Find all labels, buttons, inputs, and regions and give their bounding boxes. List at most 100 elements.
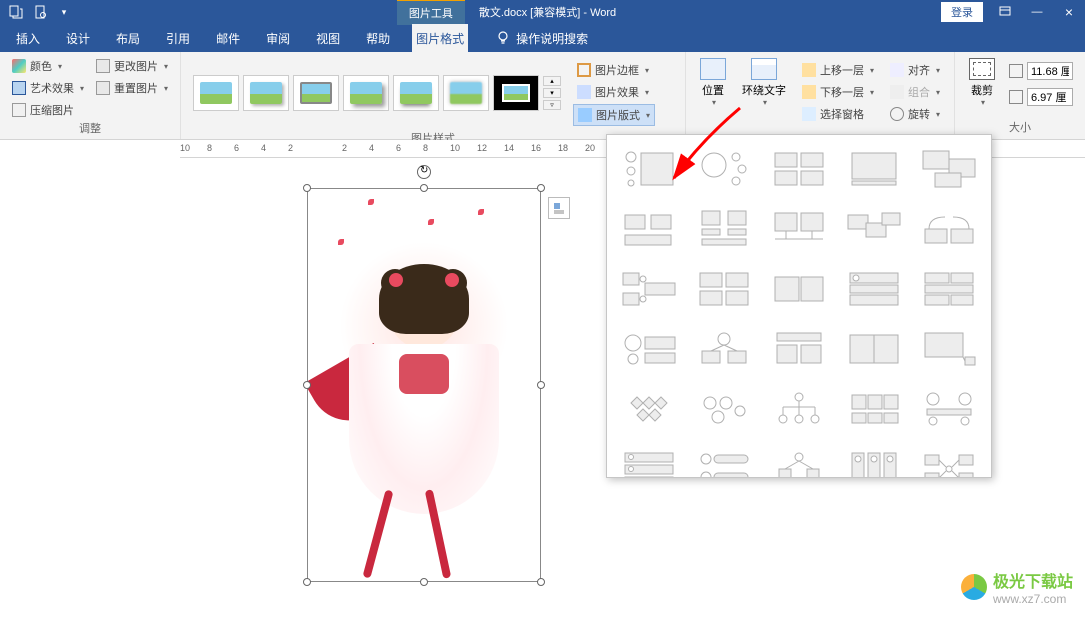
image-content xyxy=(308,189,540,581)
crop-button[interactable]: 裁剪▾ xyxy=(963,56,1001,119)
group-button[interactable]: 组合▾ xyxy=(886,82,944,102)
layout-option-17[interactable] xyxy=(690,323,757,375)
layout-option-13[interactable] xyxy=(765,263,832,315)
tab-help[interactable]: 帮助 xyxy=(362,24,394,53)
qat-touch-icon[interactable] xyxy=(8,4,24,20)
layout-option-5[interactable] xyxy=(916,143,983,195)
artistic-effects-button[interactable]: 艺术效果▾ xyxy=(8,78,88,98)
login-button[interactable]: 登录 xyxy=(941,2,983,22)
layout-option-16[interactable] xyxy=(615,323,682,375)
resize-handle-br[interactable] xyxy=(537,578,545,586)
layout-option-22[interactable] xyxy=(690,383,757,435)
layout-option-2[interactable] xyxy=(690,143,757,195)
picture-border-button[interactable]: 图片边框▾ xyxy=(573,60,655,80)
change-picture-button[interactable]: 更改图片▾ xyxy=(92,56,172,76)
tell-me-search[interactable]: 操作说明搜索 xyxy=(496,30,588,47)
group-arrange: 位置▾ 环绕文字▾ 上移一层▾ 下移一层▾ 选择窗格 对齐▾ 组合▾ 旋转▾ xyxy=(686,52,955,139)
minimize-button[interactable]: — xyxy=(1021,0,1053,24)
resize-handle-tm[interactable] xyxy=(420,184,428,192)
resize-handle-ml[interactable] xyxy=(303,381,311,389)
tab-mail[interactable]: 邮件 xyxy=(212,24,244,53)
layout-option-3[interactable] xyxy=(765,143,832,195)
layout-option-7[interactable] xyxy=(690,203,757,255)
layout-option-26[interactable] xyxy=(615,443,682,478)
artistic-effects-icon xyxy=(12,81,26,95)
layout-option-28[interactable] xyxy=(765,443,832,478)
layout-option-23[interactable] xyxy=(765,383,832,435)
position-button[interactable]: 位置▾ xyxy=(694,56,732,137)
ruler-tick: 18 xyxy=(558,143,568,153)
resize-handle-tr[interactable] xyxy=(537,184,545,192)
picture-layout-button[interactable]: 图片版式▾ xyxy=(573,104,655,126)
tab-design[interactable]: 设计 xyxy=(62,24,94,53)
layout-option-8[interactable] xyxy=(765,203,832,255)
layout-option-15[interactable] xyxy=(916,263,983,315)
resize-handle-bl[interactable] xyxy=(303,578,311,586)
layout-option-20[interactable] xyxy=(916,323,983,375)
layout-option-11[interactable] xyxy=(615,263,682,315)
send-backward-button[interactable]: 下移一层▾ xyxy=(798,82,878,102)
layout-option-21[interactable] xyxy=(615,383,682,435)
tab-view[interactable]: 视图 xyxy=(312,24,344,53)
wrap-text-button[interactable]: 环绕文字▾ xyxy=(736,56,792,137)
bring-forward-button[interactable]: 上移一层▾ xyxy=(798,60,878,80)
close-inner-button[interactable]: × xyxy=(1053,0,1085,24)
gallery-expand[interactable]: ▿ xyxy=(543,100,561,110)
style-thumb-2[interactable] xyxy=(243,75,289,111)
tab-picture-format[interactable]: 图片格式 xyxy=(412,24,468,53)
layout-option-6[interactable] xyxy=(615,203,682,255)
ruler-tick: 6 xyxy=(396,143,401,153)
rotate-button[interactable]: 旋转▾ xyxy=(886,104,944,124)
tab-references[interactable]: 引用 xyxy=(162,24,194,53)
wrap-text-icon xyxy=(751,58,777,80)
ruler-tick: 10 xyxy=(450,143,460,153)
qat-doc-icon[interactable] xyxy=(32,4,48,20)
resize-handle-tl[interactable] xyxy=(303,184,311,192)
compress-picture-button[interactable]: 压缩图片 xyxy=(8,100,88,120)
tab-review[interactable]: 审阅 xyxy=(262,24,294,53)
change-picture-icon xyxy=(96,59,110,73)
style-thumb-3[interactable] xyxy=(293,75,339,111)
layout-option-9[interactable] xyxy=(841,203,908,255)
style-thumb-4[interactable] xyxy=(343,75,389,111)
layout-options-flyout[interactable] xyxy=(548,197,570,219)
selection-pane-button[interactable]: 选择窗格 xyxy=(798,104,878,124)
resize-handle-bm[interactable] xyxy=(420,578,428,586)
layout-option-1[interactable] xyxy=(615,143,682,195)
picture-effects-button[interactable]: 图片效果▾ xyxy=(573,82,655,102)
gallery-row-up[interactable]: ▴ xyxy=(543,76,561,86)
tab-insert[interactable]: 插入 xyxy=(12,24,44,53)
lightbulb-icon xyxy=(496,30,510,47)
layout-option-4[interactable] xyxy=(841,143,908,195)
layout-option-24[interactable] xyxy=(841,383,908,435)
rotate-handle[interactable] xyxy=(417,165,431,179)
ruler-tick: 10 xyxy=(180,143,190,153)
tab-layout[interactable]: 布局 xyxy=(112,24,144,53)
layout-option-29[interactable] xyxy=(841,443,908,478)
qat-dropdown-icon[interactable]: ▾ xyxy=(56,4,72,20)
width-input[interactable] xyxy=(1027,88,1073,106)
selected-image[interactable] xyxy=(307,188,541,582)
layout-option-12[interactable] xyxy=(690,263,757,315)
group-picture-styles: ▴ ▾ ▿ 图片边框▾ 图片效果▾ 图片版式▾ 图片样式 xyxy=(181,52,686,139)
ruler-tick: 8 xyxy=(423,143,428,153)
layout-option-27[interactable] xyxy=(690,443,757,478)
color-button[interactable]: 颜色▾ xyxy=(8,56,88,76)
style-thumb-1[interactable] xyxy=(193,75,239,111)
reset-picture-button[interactable]: 重置图片▾ xyxy=(92,78,172,98)
style-thumb-5[interactable] xyxy=(393,75,439,111)
layout-option-10[interactable] xyxy=(916,203,983,255)
layout-option-30[interactable] xyxy=(916,443,983,478)
align-button[interactable]: 对齐▾ xyxy=(886,60,944,80)
layout-option-18[interactable] xyxy=(765,323,832,375)
contextual-tab-picture-tools[interactable]: 图片工具 xyxy=(397,0,465,25)
resize-handle-mr[interactable] xyxy=(537,381,545,389)
style-thumb-7[interactable] xyxy=(493,75,539,111)
style-thumb-6[interactable] xyxy=(443,75,489,111)
ribbon-options-icon[interactable] xyxy=(989,0,1021,24)
layout-option-25[interactable] xyxy=(916,383,983,435)
height-input[interactable] xyxy=(1027,62,1073,80)
layout-option-19[interactable] xyxy=(841,323,908,375)
gallery-row-down[interactable]: ▾ xyxy=(543,88,561,98)
layout-option-14[interactable] xyxy=(841,263,908,315)
